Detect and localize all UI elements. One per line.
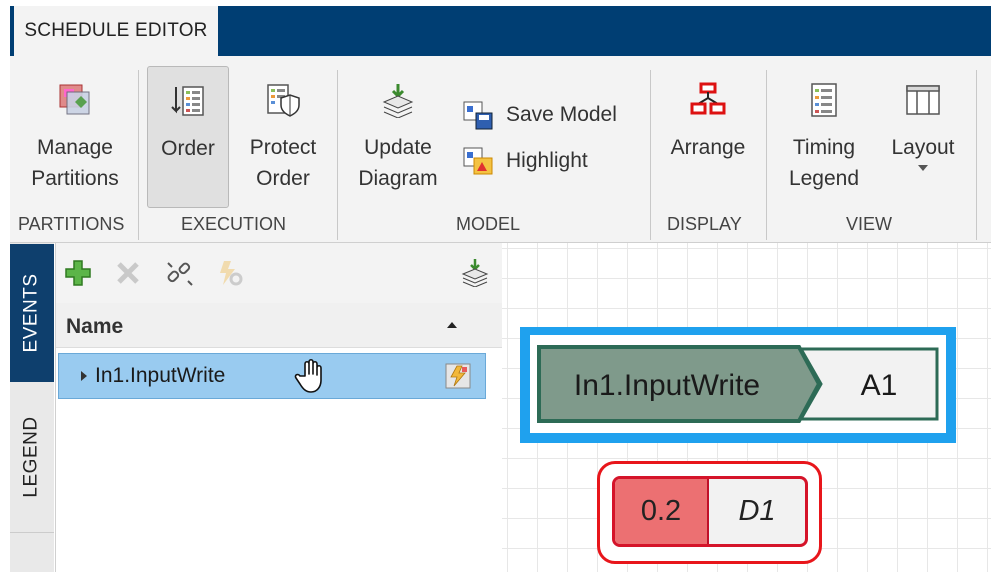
expand-arrow-icon[interactable] xyxy=(79,370,89,382)
section-label-execution: EXECUTION xyxy=(181,214,287,234)
save-model-button[interactable]: Save Model xyxy=(462,100,617,130)
update-diagram-button[interactable]: Update Diagram xyxy=(350,66,446,210)
event-settings-icon[interactable] xyxy=(216,259,244,287)
arrange-button[interactable]: Arrange xyxy=(660,66,756,210)
separator xyxy=(766,70,767,240)
order-icon xyxy=(171,86,204,116)
protect-order-icon xyxy=(267,84,300,117)
protect-order-button[interactable]: Protect Order xyxy=(238,66,328,210)
separator xyxy=(650,70,651,240)
timing-legend-button[interactable]: Timing Legend xyxy=(778,66,870,210)
partition-label: D1 xyxy=(738,495,776,527)
events-panel: Name In1.InputWrite xyxy=(55,243,503,572)
layout-icon xyxy=(906,85,940,115)
tab-legend[interactable]: LEGEND xyxy=(10,382,54,533)
section-label-display: DISPLAY xyxy=(667,214,742,234)
layout-button[interactable]: Layout xyxy=(880,66,966,210)
rate-label: 0.2 xyxy=(615,479,709,544)
highlight-icon xyxy=(463,147,493,175)
chevron-down-icon xyxy=(918,165,928,171)
sort-ascending-icon[interactable] xyxy=(445,320,459,330)
column-header-name[interactable]: Name xyxy=(56,303,502,348)
update-diagram-icon xyxy=(382,84,414,118)
event-block-name: In1.InputWrite xyxy=(574,369,760,402)
discrete-block[interactable]: 0.2 D1 xyxy=(612,476,808,547)
add-event-icon[interactable] xyxy=(64,259,92,287)
delete-event-icon[interactable] xyxy=(114,259,142,287)
event-block[interactable]: In1.InputWrite A1 xyxy=(537,345,939,423)
event-trigger-icon xyxy=(445,363,471,389)
section-label-view: VIEW xyxy=(846,214,893,234)
arrange-icon xyxy=(690,82,726,115)
section-label-model: MODEL xyxy=(456,214,521,234)
order-button[interactable]: Order xyxy=(147,66,229,208)
tab-events[interactable]: EVENTS xyxy=(10,244,54,382)
save-model-icon xyxy=(463,101,493,130)
manage-partitions-button[interactable]: Manage Partitions xyxy=(20,66,130,210)
separator xyxy=(138,70,139,240)
highlight-button[interactable]: Highlight xyxy=(462,146,588,176)
separator xyxy=(976,70,977,240)
events-toolbar xyxy=(56,243,502,303)
update-diagram-small-icon[interactable] xyxy=(460,257,490,287)
separator xyxy=(337,70,338,240)
timing-legend-icon xyxy=(811,83,837,117)
section-label-partitions: PARTITIONS xyxy=(18,214,125,234)
unlink-icon[interactable] xyxy=(164,259,194,287)
tab-schedule-editor[interactable]: SCHEDULE EDITOR xyxy=(14,6,218,56)
list-item[interactable]: In1.InputWrite xyxy=(58,353,486,399)
event-block-partition: A1 xyxy=(861,369,898,402)
manage-partitions-icon xyxy=(59,84,90,115)
hand-cursor-icon xyxy=(294,358,322,393)
